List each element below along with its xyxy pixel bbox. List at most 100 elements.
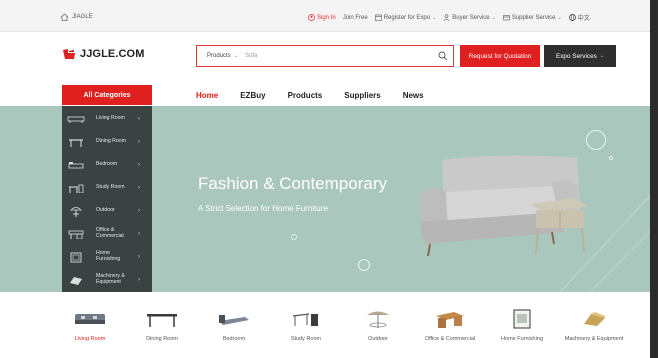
all-categories-button[interactable]: All Categories — [62, 85, 152, 105]
search-category-label: Products — [207, 53, 231, 59]
office-desk-icon — [414, 302, 486, 336]
category-outdoor[interactable]: Outdoor — [342, 302, 414, 343]
umbrella-icon — [342, 302, 414, 336]
chevron-right-icon: › — [138, 277, 140, 283]
category-machinery-equipment[interactable]: Machinery & Equipment — [558, 302, 630, 343]
chevron-down-icon: ⌄ — [491, 14, 496, 21]
category-label: Outdoor — [368, 336, 388, 342]
chevron-right-icon: › — [138, 139, 140, 145]
chevron-down-icon: ⌄ — [557, 14, 562, 21]
buyer-icon — [443, 14, 450, 21]
hero-subheadline: A Strict Selection for Home Furniture — [198, 204, 328, 213]
buyer-service-label: Buyer Service — [452, 14, 490, 21]
user-icon — [308, 14, 315, 21]
dining-table-icon — [67, 136, 85, 148]
category-living-room[interactable]: Living Room — [54, 302, 126, 343]
sidebar-item-study-room[interactable]: Study Room › — [62, 178, 152, 198]
desk-icon — [270, 302, 342, 336]
category-home-furnishing[interactable]: Home Furnishing — [486, 302, 558, 343]
sidebar-item-outdoor[interactable]: Outdoor › — [62, 201, 152, 221]
category-office-commercial[interactable]: Office & Commercial — [414, 302, 486, 343]
category-label: Dining Room — [146, 336, 178, 342]
decorative-dot — [291, 234, 297, 240]
tab-ezbuy[interactable]: EZBuy — [240, 91, 265, 100]
language-label: 中文 — [577, 16, 590, 22]
register-expo-link[interactable]: Register for Expo ⌄ — [374, 14, 437, 21]
chevron-right-icon: › — [138, 231, 140, 237]
search-bar: Products ⌄ Sofa — [196, 45, 454, 67]
category-row: Living Room Dining Room Bedroom Study Ro… — [50, 302, 623, 358]
tab-news[interactable]: News — [403, 91, 424, 100]
tab-products[interactable]: Products — [288, 91, 323, 100]
search-input[interactable]: Sofa — [245, 53, 433, 59]
sidebar-item-office-commercial[interactable]: Office & Commercial › — [62, 224, 152, 244]
sofa-icon — [54, 302, 126, 336]
sidebar-item-label: Dining Room — [96, 138, 126, 145]
decorative-circle — [358, 259, 370, 271]
sofa-icon — [67, 113, 85, 125]
chevron-right-icon: › — [138, 162, 140, 168]
sidebar-item-machinery-equipment[interactable]: Machinery & Equipment › — [62, 270, 152, 290]
bed-icon — [198, 302, 270, 336]
search-category-select[interactable]: Products ⌄ — [197, 53, 245, 59]
sign-in-link[interactable]: Sign In — [308, 14, 336, 21]
category-label: Office & Commercial — [424, 336, 476, 342]
supplier-service-menu[interactable]: Supplier Service ⌄ — [503, 14, 562, 21]
umbrella-icon — [67, 205, 85, 217]
sidebar-item-bedroom[interactable]: Bedroom › — [62, 155, 152, 175]
bed-icon — [67, 159, 85, 171]
category-dining-room[interactable]: Dining Room — [126, 302, 198, 343]
sidebar-item-home-furnishing[interactable]: Home Furnishing › — [62, 247, 152, 267]
frame-icon — [486, 302, 558, 336]
sidebar-item-label: Bedroom — [96, 161, 118, 168]
top-bar: JIAGLE Sign In Join Free Register for Ex… — [0, 0, 658, 32]
category-sidebar: Living Room › Dining Room › Bedroom › St… — [62, 106, 152, 292]
machine-icon — [67, 274, 85, 286]
supplier-icon — [503, 15, 510, 21]
brand-name: JIAGLE — [72, 14, 93, 20]
chevron-right-icon: › — [138, 116, 140, 122]
sidebar-item-label: Machinery & Equipment — [96, 273, 125, 285]
sofa-image — [420, 155, 588, 257]
supplier-service-label: Supplier Service — [511, 14, 556, 21]
chevron-down-icon: ⌄ — [432, 14, 437, 21]
expo-services-button[interactable]: Expo Services ⌄ — [544, 45, 616, 67]
chevron-right-icon: › — [138, 185, 140, 191]
buyer-service-menu[interactable]: Buyer Service ⌄ — [443, 14, 496, 21]
sidebar-item-label: Office & Commercial — [96, 227, 124, 239]
logo-icon — [63, 49, 75, 59]
logo-text: JJGLE.COM — [80, 48, 145, 60]
join-free-link[interactable]: Join Free — [343, 15, 368, 21]
dining-table-icon — [126, 302, 198, 336]
window-edge — [650, 0, 658, 358]
desk-icon — [67, 182, 85, 194]
home-link[interactable]: JIAGLE — [60, 13, 93, 21]
sidebar-item-living-room[interactable]: Living Room › — [62, 109, 152, 129]
sidebar-item-label: Home Furnishing — [96, 250, 121, 262]
chevron-right-icon: › — [138, 254, 140, 260]
register-expo-label: Register for Expo — [383, 14, 431, 21]
category-label: Home Furnishing — [501, 336, 543, 342]
sign-in-label: Sign In — [317, 14, 336, 21]
sidebar-item-label: Outdoor — [96, 207, 115, 214]
language-switch[interactable]: 中文 — [568, 13, 590, 22]
frame-icon — [67, 251, 85, 263]
tab-suppliers[interactable]: Suppliers — [344, 91, 380, 100]
site-logo[interactable]: JJGLE.COM — [62, 48, 144, 60]
globe-icon — [568, 14, 576, 21]
home-icon — [60, 13, 69, 21]
sidebar-item-label: Study Room — [96, 184, 125, 191]
sidebar-item-dining-room[interactable]: Dining Room › — [62, 132, 152, 152]
request-quotation-button[interactable]: Request for Quotation — [460, 45, 540, 67]
decorative-dot — [609, 156, 613, 160]
category-label: Bedroom — [222, 336, 246, 342]
sidebar-item-label: Living Room — [96, 115, 125, 122]
machine-icon — [558, 302, 630, 336]
search-button[interactable] — [433, 51, 453, 61]
hero-headline: Fashion & Contemporary — [198, 174, 387, 193]
tab-home[interactable]: Home — [196, 91, 218, 100]
category-bedroom[interactable]: Bedroom — [198, 302, 270, 343]
calendar-icon — [374, 14, 382, 21]
search-icon — [438, 51, 448, 61]
category-study-room[interactable]: Study Room — [270, 302, 342, 343]
